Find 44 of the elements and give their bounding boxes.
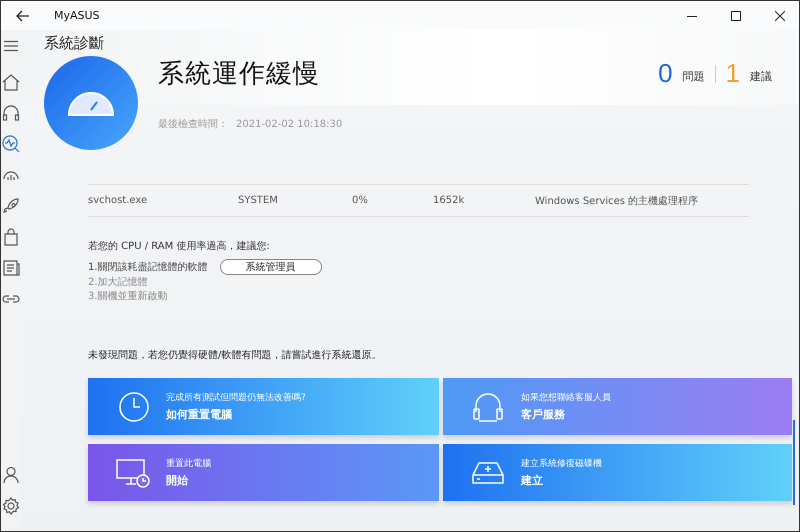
table-cell-text: SYSTEM bbox=[238, 195, 279, 206]
status-title: 系統運作緩慢 bbox=[158, 58, 321, 91]
scrollbar[interactable] bbox=[793, 420, 795, 505]
action-card[interactable]: 完成所有測試但問題仍無法改善嗎? 如何重置電腦 bbox=[88, 378, 439, 435]
advice-intro: 若您的 CPU / RAM 使用率過高，建議您: bbox=[88, 240, 271, 253]
news-icon[interactable] bbox=[1, 258, 21, 278]
card-title: 如何重置電腦 bbox=[166, 407, 232, 422]
table-cell-text: 0% bbox=[352, 195, 369, 206]
card-title: 客戶服務 bbox=[521, 407, 565, 422]
card-subtitle: 重置此電腦 bbox=[166, 458, 211, 470]
table-cell-text: svchost.exe bbox=[88, 195, 148, 206]
card-title: 開始 bbox=[166, 473, 188, 488]
action-card[interactable]: 重置此電腦 開始 bbox=[88, 444, 439, 501]
action-card[interactable]: 建立系統修復磁碟機 建立 bbox=[443, 444, 792, 501]
advice-step: 3.關機並重新啟動 bbox=[88, 289, 168, 303]
issues-label: 問題 bbox=[682, 69, 705, 84]
rocket-icon[interactable] bbox=[1, 196, 21, 216]
user-icon[interactable] bbox=[1, 464, 21, 484]
action-card[interactable]: 如果您想聯絡客服人員 客戶服務 bbox=[443, 378, 792, 435]
page-title: 系統診斷 bbox=[44, 33, 105, 53]
home-icon[interactable] bbox=[1, 72, 21, 92]
suggestions-count: 1 bbox=[726, 58, 740, 89]
suggestions-label: 建議 bbox=[750, 69, 772, 84]
table-cell-text: Windows Services 的主機處理程序 bbox=[535, 194, 698, 208]
diagnosis-icon[interactable] bbox=[1, 134, 21, 154]
settings-icon[interactable] bbox=[1, 496, 21, 516]
card-subtitle: 建立系統修復磁碟機 bbox=[521, 458, 602, 470]
headset-icon[interactable] bbox=[1, 102, 21, 122]
card-title: 建立 bbox=[521, 473, 543, 488]
table-cell-text: 1652k bbox=[433, 195, 466, 206]
issues-count: 0 bbox=[658, 58, 673, 89]
close-icon[interactable] bbox=[775, 10, 785, 20]
menu-icon[interactable] bbox=[3, 40, 19, 52]
back-icon[interactable] bbox=[16, 10, 30, 22]
maximize-icon[interactable] bbox=[731, 10, 741, 20]
advice-step: 2.加大記憶體 bbox=[88, 275, 148, 289]
card-subtitle: 完成所有測試但問題仍無法改善嗎? bbox=[166, 391, 306, 404]
task-manager-button[interactable]: 系統管理員 bbox=[220, 259, 322, 275]
restore-note: 未發現問題，若您仍覺得硬體/軟體有問題，請嘗試進行系統還原。 bbox=[88, 348, 382, 362]
last-check-time: 2021-02-02 10:18:30 bbox=[236, 119, 342, 130]
advice-step: 1.關閉該耗盡記憶體的軟體 bbox=[88, 260, 208, 274]
last-check-label: 最後檢查時間： bbox=[158, 119, 228, 130]
card-subtitle: 如果您想聯絡客服人員 bbox=[521, 392, 611, 404]
window-title: MyASUS bbox=[54, 9, 100, 22]
